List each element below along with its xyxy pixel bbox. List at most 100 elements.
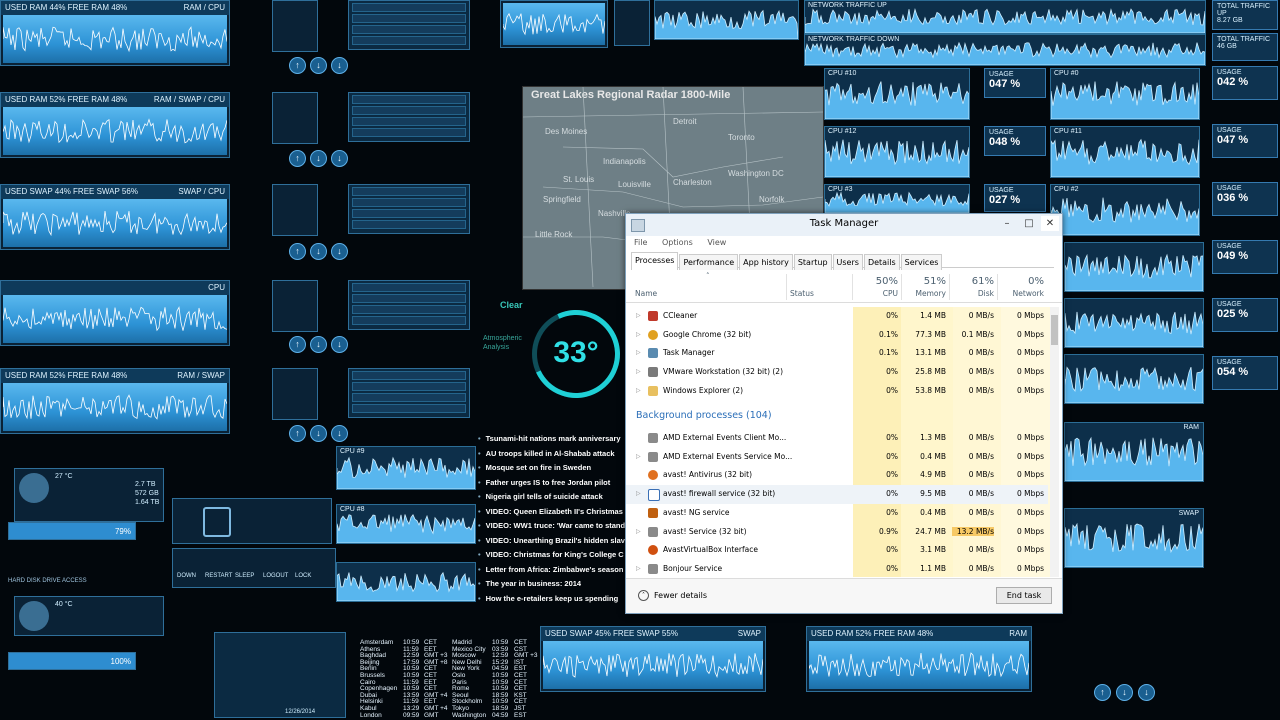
news-item[interactable]: • Letter from Africa: Zimbabwe's season bbox=[478, 565, 626, 580]
maximize-icon[interactable]: □ bbox=[1018, 216, 1040, 231]
news-item[interactable]: • VIDEO: WW1 truce: 'War came to stand bbox=[478, 521, 626, 536]
down-arrow-icon[interactable]: ↓ bbox=[310, 57, 327, 74]
expand-arrow-icon[interactable]: ▷ bbox=[636, 528, 641, 535]
process-row[interactable]: ▷ VMware Workstation (32 bit) (2) 0% 25.… bbox=[626, 363, 1048, 382]
lock-button[interactable]: LOCK bbox=[295, 573, 311, 579]
panel-title: USED SWAP 45% FREE SWAP 55% bbox=[545, 629, 678, 638]
up-arrow-icon[interactable]: ↑ bbox=[1094, 684, 1111, 701]
down-arrow-icon[interactable]: ↓ bbox=[331, 150, 348, 167]
news-item[interactable]: • Nigeria girl tells of suicide attack bbox=[478, 492, 626, 507]
news-headline: VIDEO: Unearthing Brazil's hidden slave bbox=[485, 535, 626, 545]
process-row[interactable]: ▷ AMD External Events Service Mo... 0% 0… bbox=[626, 448, 1048, 467]
tab-users[interactable]: Users bbox=[832, 254, 863, 270]
ram-swap-cpu-graph bbox=[3, 107, 227, 155]
tab-performance[interactable]: Performance bbox=[679, 254, 739, 270]
up-arrow-icon[interactable]: ↑ bbox=[289, 57, 306, 74]
col-network[interactable]: Network bbox=[1000, 289, 1044, 298]
news-item[interactable]: • Mosque set on fire in Sweden bbox=[478, 463, 626, 478]
up-arrow-icon[interactable]: ↑ bbox=[289, 150, 306, 167]
process-row[interactable]: ▷ Task Manager 0.1% 13.1 MB 0 MB/s 0 Mbp… bbox=[626, 344, 1048, 363]
up-arrow-icon[interactable]: ↑ bbox=[289, 243, 306, 260]
up-arrow-icon[interactable]: ↑ bbox=[289, 336, 306, 353]
menu-file[interactable]: File bbox=[634, 238, 647, 247]
date-label: 12/26/2014 bbox=[285, 709, 316, 715]
process-row[interactable]: ▷ Windows Explorer (2) 0% 53.8 MB 0 MB/s… bbox=[626, 382, 1048, 401]
down-arrow-icon[interactable]: ↓ bbox=[310, 336, 327, 353]
restart-button[interactable]: RESTART bbox=[205, 573, 232, 579]
process-row[interactable]: ▷ avast! firewall service (32 bit) 0% 9.… bbox=[626, 485, 1048, 504]
end-task-button[interactable]: End task bbox=[996, 587, 1052, 604]
menu-options[interactable]: Options bbox=[662, 238, 693, 247]
news-item[interactable]: • VIDEO: Queen Elizabeth II's Christmas bbox=[478, 507, 626, 522]
process-disk: 0 MB/s bbox=[968, 451, 994, 461]
tab-processes[interactable]: Processes bbox=[631, 252, 679, 270]
city-label: Indianapolis bbox=[603, 157, 646, 166]
tab-services[interactable]: Services bbox=[900, 254, 943, 270]
tab-startup[interactable]: Startup bbox=[793, 254, 832, 270]
time: 09:59 bbox=[403, 711, 420, 719]
news-item[interactable]: • The year in business: 2014 bbox=[478, 579, 626, 594]
process-memory: 4.9 MB bbox=[920, 470, 946, 480]
down-arrow-icon[interactable]: ↓ bbox=[331, 425, 348, 442]
down-arrow-icon[interactable]: ↓ bbox=[331, 243, 348, 260]
news-item[interactable]: • AU troops killed in Al-Shabab attack bbox=[478, 449, 626, 464]
process-row[interactable]: ▷ Bonjour Service 0% 1.1 MB 0 MB/s 0 Mbp… bbox=[626, 560, 1048, 577]
col-name[interactable]: Name bbox=[635, 289, 657, 298]
down-arrow-icon[interactable]: ↓ bbox=[310, 150, 327, 167]
close-icon[interactable]: ✕ bbox=[1041, 216, 1059, 231]
news-headline: Letter from Africa: Zimbabwe's season bbox=[485, 564, 624, 574]
logout-button[interactable]: LOGOUT bbox=[263, 573, 288, 579]
scrollbar[interactable] bbox=[1050, 307, 1059, 577]
news-item[interactable]: • How the e-retailers keep us spending bbox=[478, 594, 626, 609]
hard-disk-icon bbox=[19, 473, 49, 503]
process-row[interactable]: ▷ CCleaner 0% 1.4 MB 0 MB/s 0 Mbps bbox=[626, 307, 1048, 326]
expand-arrow-icon[interactable]: ▷ bbox=[636, 565, 641, 572]
expand-arrow-icon[interactable]: ▷ bbox=[636, 368, 641, 375]
process-memory: 0.4 MB bbox=[920, 507, 946, 517]
expand-arrow-icon[interactable]: ▷ bbox=[636, 387, 641, 394]
down-arrow-icon[interactable]: ↓ bbox=[310, 243, 327, 260]
fewer-details-button[interactable]: ˄ Fewer details bbox=[638, 590, 707, 601]
process-row[interactable]: AvastVirtualBox Interface 0% 3.1 MB 0 MB… bbox=[626, 541, 1048, 560]
news-headline: Nigeria girl tells of suicide attack bbox=[485, 492, 603, 501]
menu-view[interactable]: View bbox=[707, 238, 726, 247]
news-item[interactable]: • Father urges IS to free Jordan pilot bbox=[478, 478, 626, 493]
ram-swap-panel: USED RAM 52% FREE RAM 48% RAM / SWAP bbox=[0, 368, 230, 434]
process-row[interactable]: AMD External Events Client Mo... 0% 1.3 … bbox=[626, 429, 1048, 448]
shutdown-button[interactable]: DOWN bbox=[177, 573, 196, 579]
expand-arrow-icon[interactable]: ▷ bbox=[636, 490, 641, 497]
process-cpu: 0% bbox=[886, 451, 898, 461]
down-arrow-icon[interactable]: ↓ bbox=[310, 425, 327, 442]
col-memory[interactable]: Memory bbox=[904, 289, 946, 298]
down-arrow-icon[interactable]: ↓ bbox=[1116, 684, 1133, 701]
col-disk[interactable]: Disk bbox=[952, 289, 994, 298]
news-item[interactable]: • Tsunami-hit nations mark anniversary bbox=[478, 434, 626, 449]
col-cpu[interactable]: CPU bbox=[856, 289, 898, 298]
down-arrow-icon[interactable]: ↓ bbox=[1138, 684, 1155, 701]
service-icon bbox=[648, 433, 658, 443]
title-bar[interactable]: Task Manager – □ ✕ bbox=[626, 214, 1062, 236]
tab-app-history[interactable]: App history bbox=[739, 254, 793, 270]
up-arrow-icon[interactable]: ↑ bbox=[289, 425, 306, 442]
process-row[interactable]: avast! NG service 0% 0.4 MB 0 MB/s 0 Mbp… bbox=[626, 504, 1048, 523]
expand-arrow-icon[interactable]: ▷ bbox=[636, 349, 641, 356]
news-item[interactable]: • VIDEO: Christmas for King's College C bbox=[478, 550, 626, 565]
tab-details[interactable]: Details bbox=[863, 254, 900, 270]
scrollbar-thumb[interactable] bbox=[1051, 315, 1058, 345]
minimize-icon[interactable]: – bbox=[996, 216, 1018, 231]
expand-arrow-icon[interactable]: ▷ bbox=[636, 312, 641, 319]
process-row[interactable]: avast! Antivirus (32 bit) 0% 4.9 MB 0 MB… bbox=[626, 466, 1048, 485]
network-total: 0% bbox=[1028, 276, 1044, 287]
process-row[interactable]: ▷ Google Chrome (32 bit) 0.1% 77.3 MB 0.… bbox=[626, 326, 1048, 345]
process-row[interactable]: ▷ avast! Service (32 bit) 0.9% 24.7 MB 1… bbox=[626, 523, 1048, 542]
expand-arrow-icon[interactable]: ▷ bbox=[636, 331, 641, 338]
sleep-button[interactable]: SLEEP bbox=[235, 573, 254, 579]
col-status[interactable]: Status bbox=[790, 289, 814, 298]
news-item[interactable]: • VIDEO: Unearthing Brazil's hidden slave bbox=[478, 536, 626, 551]
recycle-bin-icon[interactable] bbox=[203, 507, 231, 537]
expand-arrow-icon[interactable]: ▷ bbox=[636, 453, 641, 460]
down-arrow-icon[interactable]: ↓ bbox=[331, 336, 348, 353]
cpu-usage-card: USAGE 047 % bbox=[984, 68, 1046, 98]
ram-graph bbox=[809, 641, 1029, 689]
down-arrow-icon[interactable]: ↓ bbox=[331, 57, 348, 74]
